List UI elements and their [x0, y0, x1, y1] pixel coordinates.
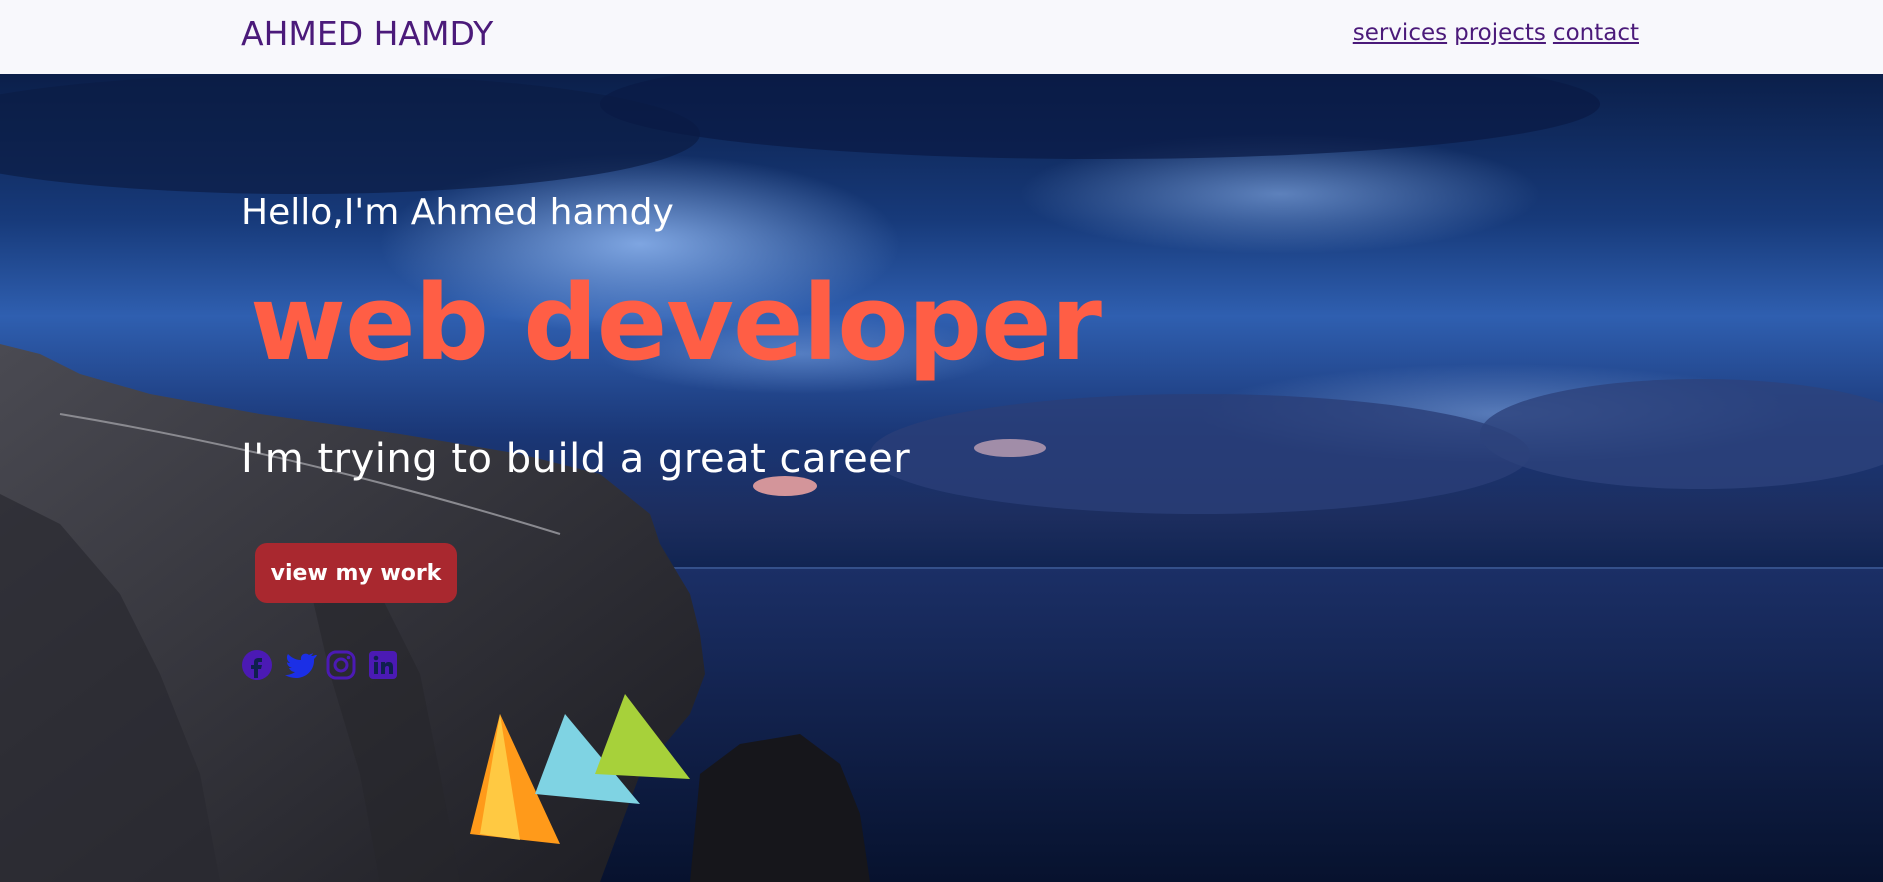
navbar: AHMED HAMDY services projects contact [0, 0, 1883, 74]
hero-role-title: web developer [250, 262, 1102, 384]
nav-link-contact[interactable]: contact [1553, 20, 1639, 46]
instagram-icon[interactable] [325, 649, 357, 681]
nav-link-services[interactable]: services [1353, 20, 1447, 46]
brand-logo[interactable]: AHMED HAMDY [241, 14, 493, 53]
social-links [241, 649, 399, 681]
hero-section: Hello,I'm Ahmed hamdy web developer I'm … [0, 74, 1883, 882]
view-my-work-button[interactable]: view my work [255, 543, 457, 603]
hero-greeting: Hello,I'm Ahmed hamdy [241, 192, 674, 233]
twitter-icon[interactable] [283, 649, 317, 681]
facebook-icon[interactable] [241, 649, 273, 681]
linkedin-icon[interactable] [367, 649, 399, 681]
nav-link-projects[interactable]: projects [1454, 20, 1546, 46]
hero-tagline: I'm trying to build a great career [241, 436, 911, 482]
nav-links: services projects contact [1353, 20, 1639, 46]
